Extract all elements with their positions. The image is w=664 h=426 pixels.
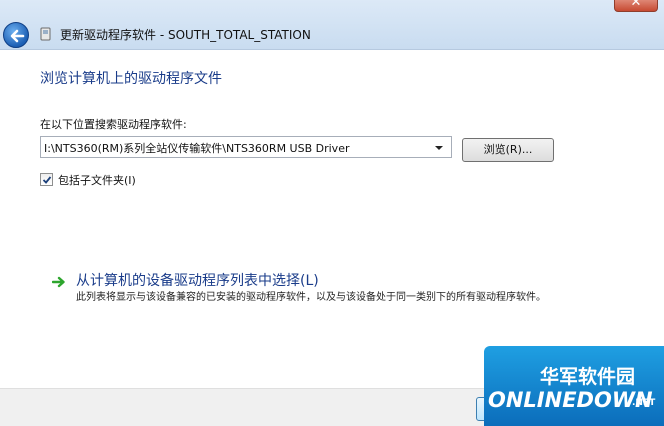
pick-from-list-description: 此列表将显示与该设备兼容的已安装的驱动程序软件，以及与该设备处于同一类别下的所有… bbox=[76, 292, 546, 303]
page-heading: 浏览计算机上的驱动程序文件 bbox=[40, 71, 222, 87]
path-combobox[interactable]: I:\NTS360(RM)系列全站仪传输软件\NTS360RM USB Driv… bbox=[40, 136, 452, 158]
include-subfolders-checkbox[interactable] bbox=[40, 173, 53, 186]
title-bar: ✕ 更新驱动程序软件 - SOUTH_TOTAL_STATION bbox=[0, 0, 664, 50]
watermark-logo: 华军软件园 ONLINEDOWN .NET bbox=[484, 346, 664, 426]
path-value: I:\NTS360(RM)系列全站仪传输软件\NTS360RM USB Driv… bbox=[44, 142, 350, 155]
window-title: 更新驱动程序软件 - SOUTH_TOTAL_STATION bbox=[60, 28, 311, 42]
watermark-top-text: 华军软件园 bbox=[540, 366, 636, 388]
watermark-suffix: .NET bbox=[632, 398, 656, 408]
green-arrow-icon bbox=[52, 276, 65, 288]
back-button[interactable] bbox=[3, 22, 29, 48]
back-arrow-icon bbox=[10, 29, 25, 43]
pick-from-list-link[interactable]: 从计算机的设备驱动程序列表中选择(L) bbox=[76, 270, 319, 290]
include-subfolders-label[interactable]: 包括子文件夹(I) bbox=[58, 172, 136, 188]
dropdown-arrow-icon[interactable] bbox=[435, 146, 443, 150]
checkmark-icon bbox=[42, 176, 52, 184]
wizard-device-icon bbox=[40, 27, 51, 41]
watermark-logo-text: ONLINEDOWN bbox=[488, 388, 653, 412]
search-location-label: 在以下位置搜索驱动程序软件: bbox=[40, 118, 187, 131]
browse-button[interactable]: 浏览(R)... bbox=[462, 138, 554, 162]
close-button[interactable]: ✕ bbox=[614, 0, 658, 12]
close-icon: ✕ bbox=[630, 0, 642, 10]
